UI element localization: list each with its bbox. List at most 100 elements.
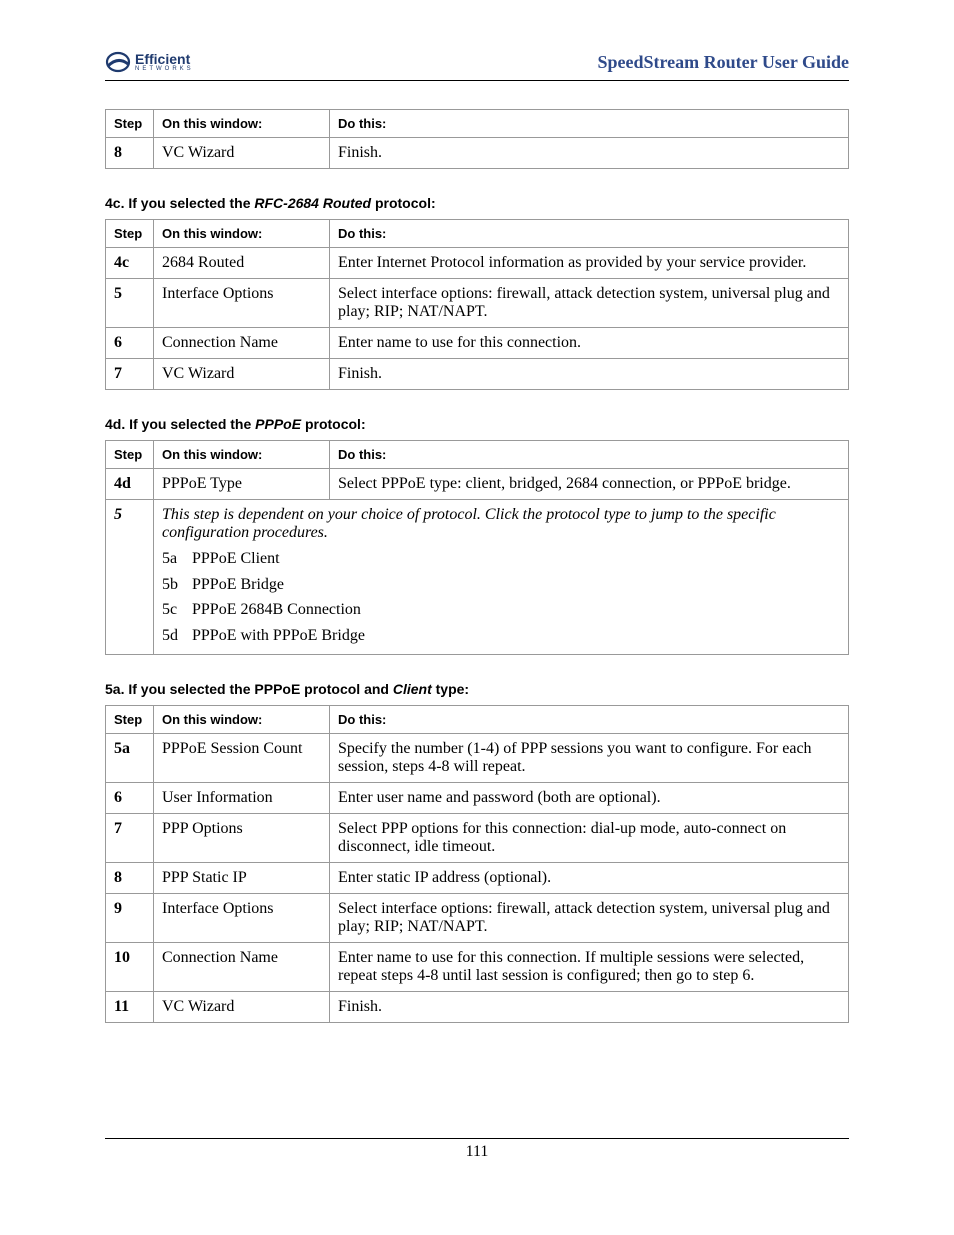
cell-do: Enter Internet Protocol information as p… bbox=[330, 248, 849, 279]
cell-step: 10 bbox=[106, 943, 154, 992]
cell-step: 5 bbox=[106, 500, 154, 655]
cell-step: 6 bbox=[106, 328, 154, 359]
cell-step: 11 bbox=[106, 992, 154, 1023]
cell-step: 7 bbox=[106, 814, 154, 863]
section-4d-heading: 4d. If you selected the PPPoE protocol: bbox=[105, 416, 849, 432]
logo-swoosh-icon bbox=[105, 50, 131, 74]
heading-prefix: 4c. If you selected the bbox=[105, 195, 254, 211]
heading-suffix: type: bbox=[432, 681, 469, 697]
col-header-do: Do this: bbox=[330, 706, 849, 734]
sub-label: PPPoE with PPPoE Bridge bbox=[192, 623, 365, 649]
page-header: Efficient NETWORKS SpeedStream Router Us… bbox=[105, 50, 849, 81]
cell-step: 8 bbox=[106, 863, 154, 894]
table-row: 5 This step is dependent on your choice … bbox=[106, 500, 849, 655]
cell-do: Enter user name and password (both are o… bbox=[330, 783, 849, 814]
cell-window: VC Wizard bbox=[154, 992, 330, 1023]
cell-window: VC Wizard bbox=[154, 138, 330, 169]
cell-do: Finish. bbox=[330, 992, 849, 1023]
col-header-step: Step bbox=[106, 220, 154, 248]
cell-step: 9 bbox=[106, 894, 154, 943]
table-4d: Step On this window: Do this: 4d PPPoE T… bbox=[105, 440, 849, 655]
logo-text-top: Efficient bbox=[135, 52, 194, 66]
table-header-row: Step On this window: Do this: bbox=[106, 110, 849, 138]
cell-step: 5 bbox=[106, 279, 154, 328]
page: Efficient NETWORKS SpeedStream Router Us… bbox=[0, 0, 954, 1235]
heading-middle: protocol and bbox=[300, 681, 393, 697]
cell-window: Connection Name bbox=[154, 943, 330, 992]
cell-step: 5a bbox=[106, 734, 154, 783]
cell-do: Select PPP options for this connection: … bbox=[330, 814, 849, 863]
cell-do: Enter name to use for this connection. bbox=[330, 328, 849, 359]
table-row: 7 PPP Options Select PPP options for thi… bbox=[106, 814, 849, 863]
col-header-do: Do this: bbox=[330, 220, 849, 248]
col-header-do: Do this: bbox=[330, 110, 849, 138]
list-item: 5c PPPoE 2684B Connection bbox=[162, 597, 840, 623]
cell-do: Enter name to use for this connection. I… bbox=[330, 943, 849, 992]
table-row: 5a PPPoE Session Count Specify the numbe… bbox=[106, 734, 849, 783]
table-row: 4d PPPoE Type Select PPPoE type: client,… bbox=[106, 469, 849, 500]
cell-window: User Information bbox=[154, 783, 330, 814]
table-5a: Step On this window: Do this: 5a PPPoE S… bbox=[105, 705, 849, 1023]
cell-window: VC Wizard bbox=[154, 359, 330, 390]
heading-proto2: Client bbox=[393, 681, 432, 697]
table-row: 10 Connection Name Enter name to use for… bbox=[106, 943, 849, 992]
table-header-row: Step On this window: Do this: bbox=[106, 220, 849, 248]
cell-step: 4d bbox=[106, 469, 154, 500]
table-row: 6 User Information Enter user name and p… bbox=[106, 783, 849, 814]
table-row: 8 PPP Static IP Enter static IP address … bbox=[106, 863, 849, 894]
cell-do: Enter static IP address (optional). bbox=[330, 863, 849, 894]
table-row: 9 Interface Options Select interface opt… bbox=[106, 894, 849, 943]
sub-key: 5a bbox=[162, 546, 192, 572]
col-header-window: On this window: bbox=[154, 220, 330, 248]
table-header-row: Step On this window: Do this: bbox=[106, 441, 849, 469]
list-item: 5a PPPoE Client bbox=[162, 546, 840, 572]
cell-window: 2684 Routed bbox=[154, 248, 330, 279]
page-number: 111 bbox=[105, 1138, 849, 1161]
sub-label: PPPoE Client bbox=[192, 546, 280, 572]
heading-proto1: PPPoE bbox=[254, 681, 300, 697]
section-5a-heading: 5a. If you selected the PPPoE protocol a… bbox=[105, 681, 849, 697]
cell-window: Interface Options bbox=[154, 279, 330, 328]
heading-suffix: protocol: bbox=[301, 416, 366, 432]
cell-window: PPP Options bbox=[154, 814, 330, 863]
sub-key: 5b bbox=[162, 572, 192, 598]
cell-step: 4c bbox=[106, 248, 154, 279]
sub-label: PPPoE 2684B Connection bbox=[192, 597, 361, 623]
table-row: 6 Connection Name Enter name to use for … bbox=[106, 328, 849, 359]
col-header-step: Step bbox=[106, 441, 154, 469]
cell-window: Interface Options bbox=[154, 894, 330, 943]
cell-do: Finish. bbox=[330, 359, 849, 390]
heading-prefix: 5a. If you selected the bbox=[105, 681, 254, 697]
sub-label: PPPoE Bridge bbox=[192, 572, 284, 598]
col-header-do: Do this: bbox=[330, 441, 849, 469]
cell-step: 7 bbox=[106, 359, 154, 390]
cell-step: 6 bbox=[106, 783, 154, 814]
cell-do: Select PPPoE type: client, bridged, 2684… bbox=[330, 469, 849, 500]
heading-proto: RFC-2684 Routed bbox=[254, 195, 371, 211]
col-header-window: On this window: bbox=[154, 706, 330, 734]
table-row: 8 VC Wizard Finish. bbox=[106, 138, 849, 169]
cell-do: Finish. bbox=[330, 138, 849, 169]
cell-do: Specify the number (1-4) of PPP sessions… bbox=[330, 734, 849, 783]
merged-note: This step is dependent on your choice of… bbox=[162, 506, 776, 541]
cell-merged: This step is dependent on your choice of… bbox=[154, 500, 849, 655]
sub-key: 5c bbox=[162, 597, 192, 623]
table-4c: Step On this window: Do this: 4c 2684 Ro… bbox=[105, 219, 849, 390]
logo-text: Efficient NETWORKS bbox=[135, 52, 194, 72]
cell-step: 8 bbox=[106, 138, 154, 169]
document-title: SpeedStream Router User Guide bbox=[598, 52, 850, 73]
table-row: 5 Interface Options Select interface opt… bbox=[106, 279, 849, 328]
section-4c-heading: 4c. If you selected the RFC-2684 Routed … bbox=[105, 195, 849, 211]
table-row: 7 VC Wizard Finish. bbox=[106, 359, 849, 390]
table-top: Step On this window: Do this: 8 VC Wizar… bbox=[105, 109, 849, 169]
sub-list: 5a PPPoE Client 5b PPPoE Bridge 5c PPPoE… bbox=[162, 546, 840, 648]
cell-window: Connection Name bbox=[154, 328, 330, 359]
table-row: 4c 2684 Routed Enter Internet Protocol i… bbox=[106, 248, 849, 279]
col-header-window: On this window: bbox=[154, 441, 330, 469]
heading-prefix: 4d. If you selected the bbox=[105, 416, 255, 432]
brand-logo: Efficient NETWORKS bbox=[105, 50, 194, 74]
col-header-window: On this window: bbox=[154, 110, 330, 138]
col-header-step: Step bbox=[106, 706, 154, 734]
cell-do: Select interface options: firewall, atta… bbox=[330, 279, 849, 328]
cell-window: PPP Static IP bbox=[154, 863, 330, 894]
